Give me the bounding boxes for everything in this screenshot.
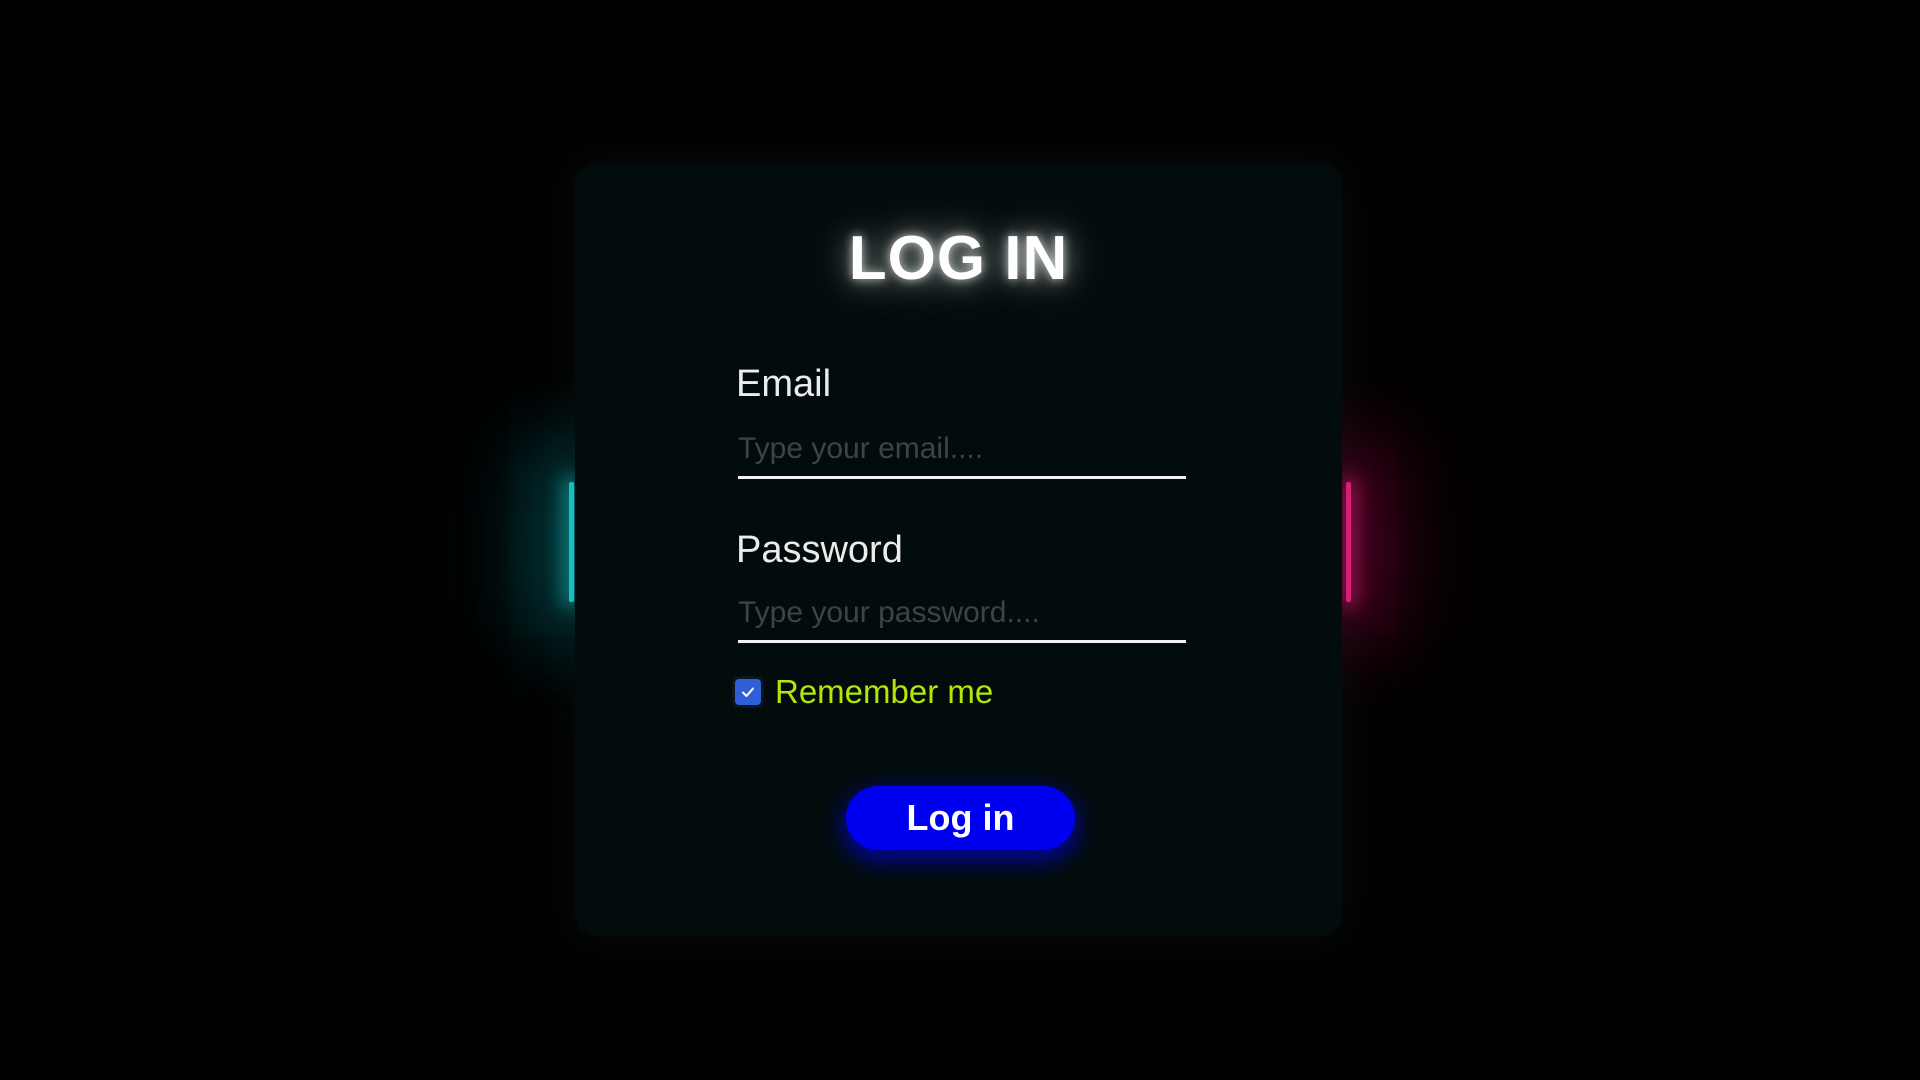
remember-me-row: Remember me [735, 673, 993, 711]
login-button[interactable]: Log in [846, 786, 1075, 850]
pink-neon-accent [1346, 482, 1351, 602]
login-screen: LOG IN Email Password Remember me Log in [0, 0, 1920, 1080]
password-field[interactable] [738, 590, 1186, 643]
remember-me-label[interactable]: Remember me [775, 673, 993, 711]
email-label: Email [736, 363, 832, 405]
password-label: Password [736, 529, 903, 571]
page-title: LOG IN [848, 224, 1069, 293]
remember-me-checkbox[interactable] [735, 679, 761, 705]
login-card: LOG IN Email Password Remember me Log in [575, 163, 1342, 936]
cyan-neon-accent [569, 482, 574, 602]
checkmark-icon [742, 687, 754, 697]
email-field[interactable] [738, 426, 1186, 479]
